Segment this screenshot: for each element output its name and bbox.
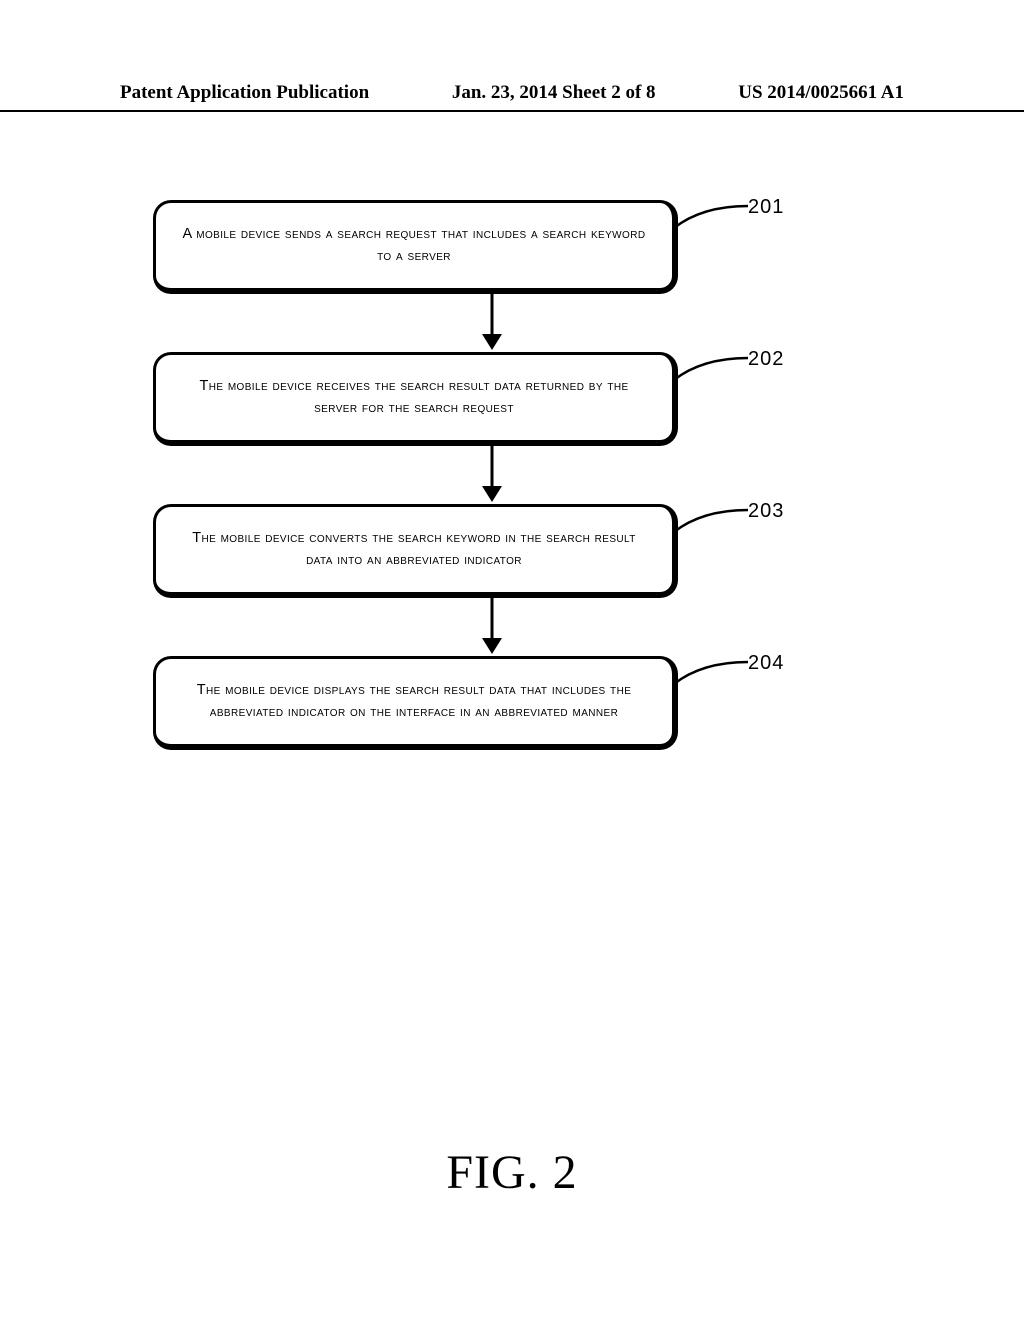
flow-arrow <box>153 446 678 504</box>
flow-step: 203 The mobile device converts the searc… <box>0 504 1024 598</box>
figure-label: FIG. 2 <box>0 1145 1024 1200</box>
leader-line <box>672 202 752 232</box>
flow-arrow <box>153 294 678 352</box>
flow-arrow <box>153 598 678 656</box>
flowchart: 201 A mobile device sends a search reque… <box>0 200 1024 750</box>
flow-step: 204 The mobile device displays the searc… <box>0 656 1024 750</box>
step-box: The mobile device receives the search re… <box>153 352 678 446</box>
flow-step: 202 The mobile device receives the searc… <box>0 352 1024 446</box>
header-docnum: US 2014/0025661 A1 <box>738 82 904 104</box>
step-ref: 204 <box>748 652 784 675</box>
step-ref: 201 <box>748 196 784 219</box>
page-header: Patent Application Publication Jan. 23, … <box>0 82 1024 112</box>
header-sheet: Jan. 23, 2014 Sheet 2 of 8 <box>369 82 738 104</box>
step-box: A mobile device sends a search request t… <box>153 200 678 294</box>
leader-line <box>672 354 752 384</box>
header-publication: Patent Application Publication <box>120 82 369 104</box>
step-ref: 202 <box>748 348 784 371</box>
step-box: The mobile device converts the search ke… <box>153 504 678 598</box>
leader-line <box>672 658 752 688</box>
flow-step: 201 A mobile device sends a search reque… <box>0 200 1024 294</box>
step-box: The mobile device displays the search re… <box>153 656 678 750</box>
step-ref: 203 <box>748 500 784 523</box>
leader-line <box>672 506 752 536</box>
